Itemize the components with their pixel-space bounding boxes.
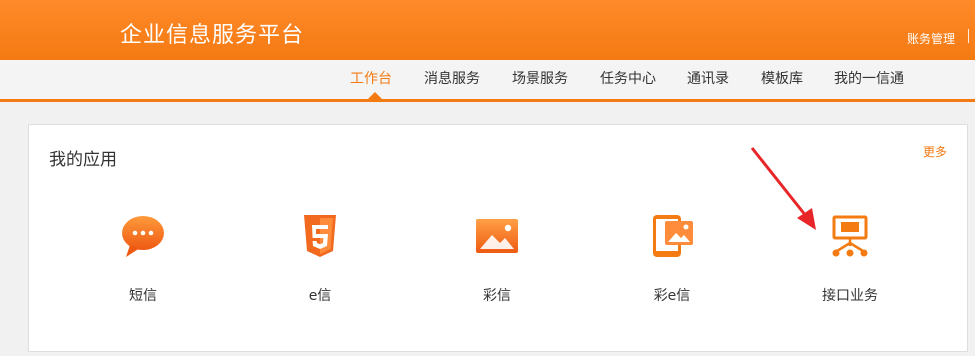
app-label-mms: 彩信	[483, 288, 511, 304]
nav-contacts[interactable]: 通讯录	[687, 60, 729, 99]
account-management-link[interactable]: 账务管理	[907, 30, 955, 47]
app-label-sms: 短信	[129, 288, 157, 304]
image-icon	[474, 213, 520, 259]
nav-task-center[interactable]: 任务中心	[600, 60, 656, 99]
app-label-e-message: e信	[308, 288, 332, 304]
active-tab-caret	[368, 92, 382, 99]
phone-image-icon	[649, 213, 695, 259]
nav-message-service[interactable]: 消息服务	[424, 60, 480, 99]
app-label-interface-business: 接口业务	[822, 288, 878, 304]
platform-title: 企业信息服务平台	[120, 23, 305, 48]
app-e-message[interactable]: e信	[275, 213, 365, 305]
network-icon	[827, 213, 873, 259]
header-divider	[968, 29, 969, 43]
top-header: 企业信息服务平台 账务管理	[0, 0, 975, 60]
app-mms[interactable]: 彩信	[452, 213, 542, 305]
nav-my-yixintong[interactable]: 我的一信通	[834, 60, 904, 99]
app-label-rich-e-message: 彩e信	[653, 288, 691, 304]
more-link[interactable]: 更多	[923, 143, 947, 160]
app-rich-e-message[interactable]: 彩e信	[627, 213, 717, 305]
chat-bubble-icon	[120, 213, 166, 259]
main-nav: 工作台 消息服务 场景服务 任务中心 通讯录 模板库 我的一信通	[0, 60, 975, 102]
nav-scene-service[interactable]: 场景服务	[512, 60, 568, 99]
app-sms[interactable]: 短信	[98, 213, 188, 305]
annotation-arrow-icon	[750, 147, 816, 230]
panel-title: 我的应用	[49, 150, 117, 170]
nav-template-library[interactable]: 模板库	[761, 60, 803, 99]
html5-icon	[297, 213, 343, 259]
